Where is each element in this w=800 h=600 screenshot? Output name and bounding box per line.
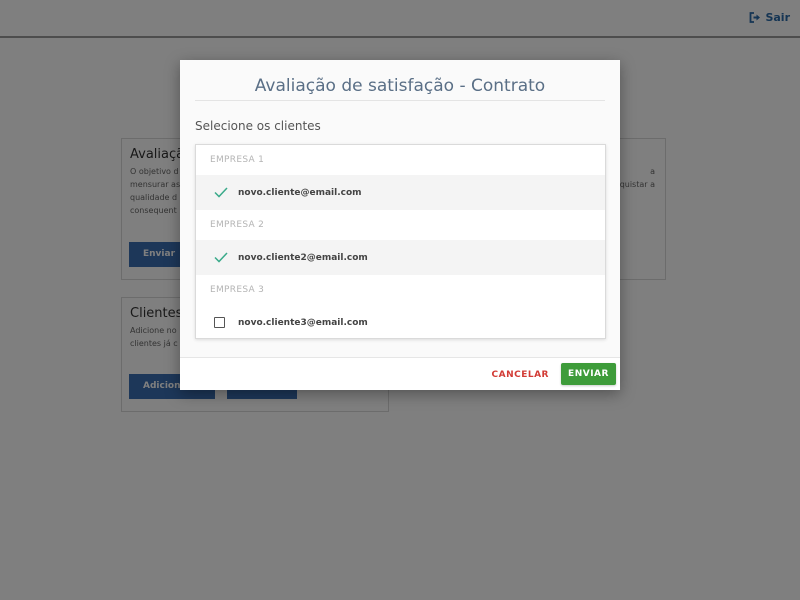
client-email: novo.cliente3@email.com (238, 317, 368, 328)
modal-title: Avaliação de satisfação - Contrato (254, 76, 546, 96)
company-header: EMPRESA 1 (196, 145, 605, 175)
company-header: EMPRESA 3 (196, 275, 605, 305)
checkmark-icon (214, 186, 236, 200)
client-email: novo.cliente2@email.com (238, 252, 368, 263)
title-divider (195, 100, 605, 101)
modal-footer: CANCELAR ENVIAR (180, 358, 620, 390)
cancel-button[interactable]: CANCELAR (492, 365, 550, 385)
satisfaction-modal: Avaliação de satisfação - Contrato Selec… (180, 60, 620, 390)
client-option[interactable]: novo.cliente@email.com (196, 175, 605, 210)
select-clients-label: Selecione os clientes (195, 119, 321, 133)
send-button[interactable]: ENVIAR (561, 363, 616, 385)
company-header: EMPRESA 2 (196, 210, 605, 240)
checkmark-icon (214, 251, 236, 265)
client-email: novo.cliente@email.com (238, 187, 362, 198)
client-option[interactable]: novo.cliente2@email.com (196, 240, 605, 275)
client-option[interactable]: novo.cliente3@email.com (196, 305, 605, 338)
client-list: EMPRESA 1 novo.cliente@email.com EMPRESA… (195, 144, 606, 339)
checkbox-unchecked[interactable] (214, 316, 236, 330)
